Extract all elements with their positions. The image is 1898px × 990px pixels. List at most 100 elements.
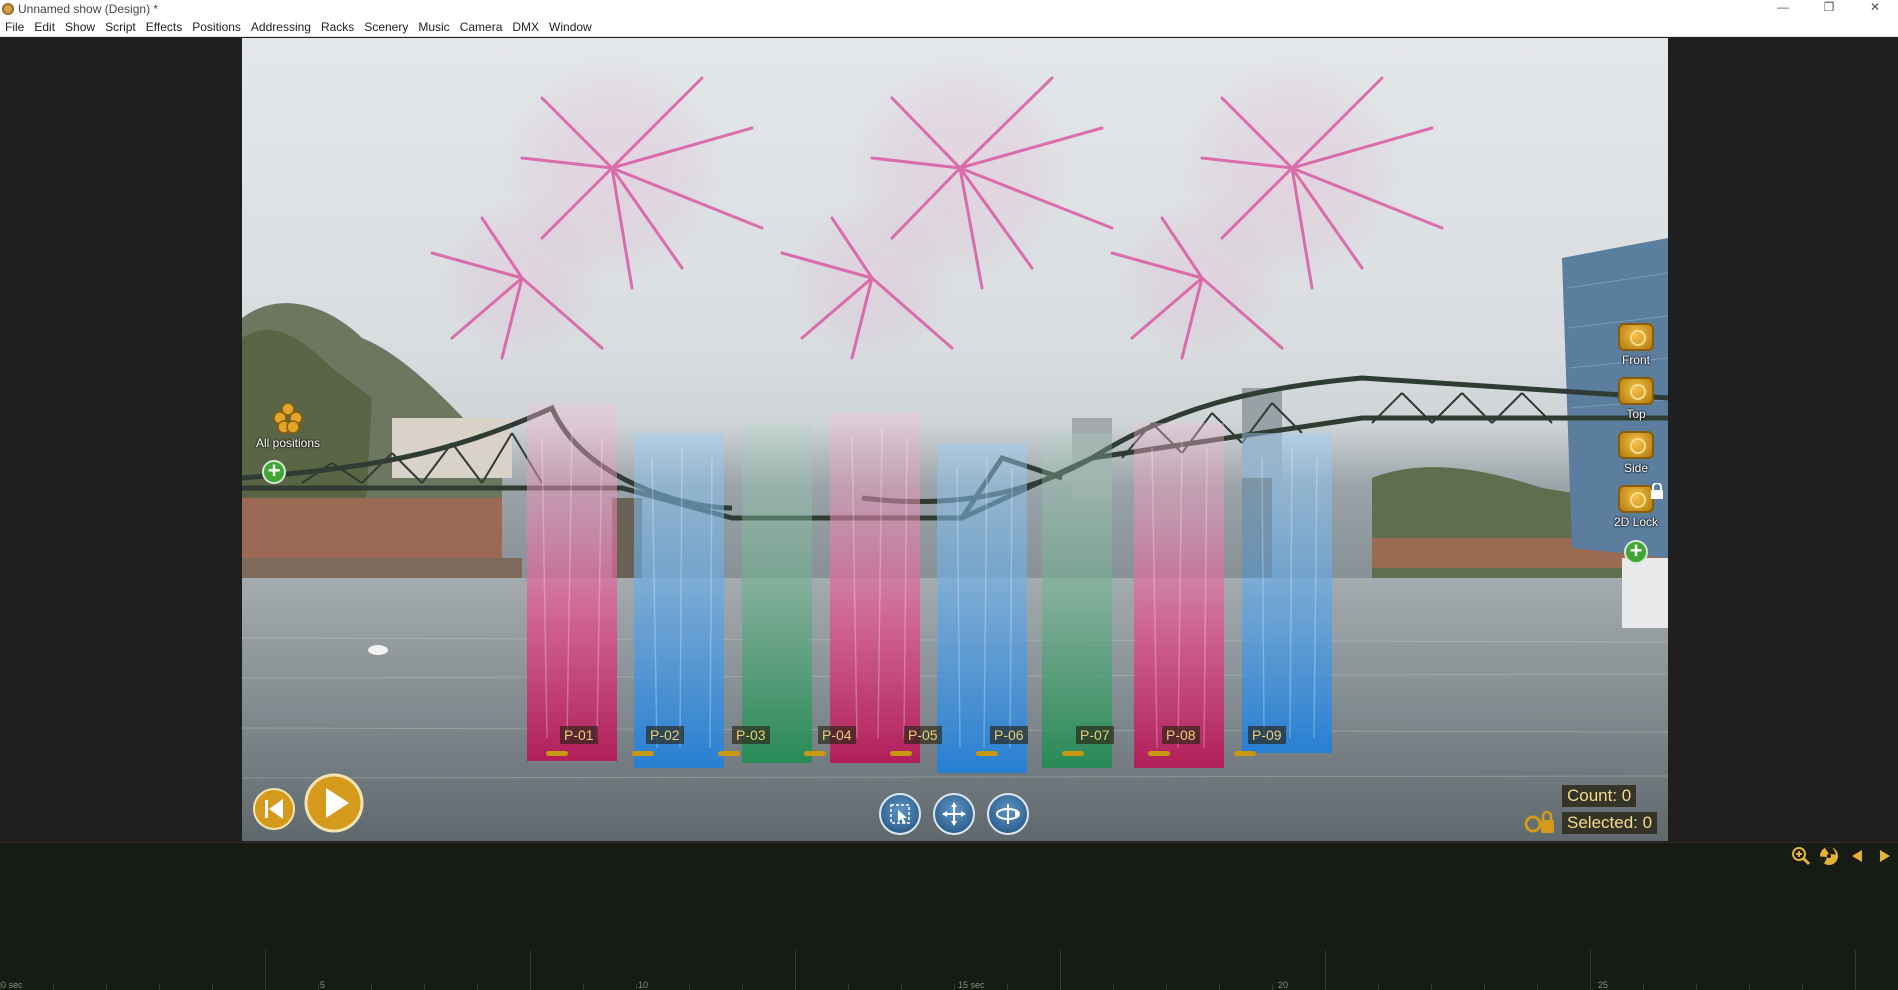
major-tick <box>1060 950 1061 990</box>
camera-top-button[interactable]: Top <box>1610 377 1662 421</box>
all-positions-label: All positions <box>255 436 321 450</box>
close-button[interactable]: ✕ <box>1852 0 1898 17</box>
count-status: Count: 0 <box>1562 785 1637 807</box>
menu-window[interactable]: Window <box>544 17 597 37</box>
menu-addressing[interactable]: Addressing <box>246 17 316 37</box>
fountain-p06 <box>1042 433 1112 768</box>
rewind-button[interactable] <box>252 787 296 831</box>
camera-icon <box>1618 431 1654 459</box>
move-tool-button[interactable] <box>933 793 975 835</box>
cursor-select-icon <box>890 804 910 824</box>
3d-viewport[interactable]: P-01 P-02 P-03 P-04 P-05 P-06 P-07 P-08 … <box>242 38 1668 841</box>
position-label: P-04 <box>818 726 856 744</box>
fountain-p04 <box>830 413 920 763</box>
menu-music[interactable]: Music <box>413 17 454 37</box>
title-bar: Unnamed show (Design) * — ❐ ✕ <box>0 0 1898 17</box>
rotate-tool-button[interactable] <box>987 793 1029 835</box>
position-marker <box>1062 751 1084 756</box>
scroll-left-icon[interactable] <box>1846 845 1868 867</box>
minor-tick <box>689 984 690 990</box>
select-tool-button[interactable] <box>879 793 921 835</box>
zoom-in-icon[interactable] <box>1790 845 1812 867</box>
minor-tick <box>424 984 425 990</box>
minor-tick <box>1537 984 1538 990</box>
camera-label: Side <box>1623 461 1649 475</box>
major-tick <box>1855 950 1856 990</box>
position-marker <box>1234 751 1256 756</box>
tick-label: 20 <box>1278 980 1289 990</box>
minor-tick <box>1272 984 1273 990</box>
minor-tick <box>1802 984 1803 990</box>
minor-tick <box>1749 984 1750 990</box>
menu-scenery[interactable]: Scenery <box>359 17 413 37</box>
position-marker <box>804 751 826 756</box>
menu-effects[interactable]: Effects <box>141 17 187 37</box>
tick-label: 25 <box>1598 980 1609 990</box>
minor-tick <box>1219 984 1220 990</box>
restore-button[interactable]: ❐ <box>1806 0 1852 17</box>
menu-racks[interactable]: Racks <box>316 17 359 37</box>
minor-tick <box>1378 984 1379 990</box>
camera-lock-icon <box>1618 483 1663 513</box>
major-tick <box>795 950 796 990</box>
minor-tick <box>106 984 107 990</box>
minor-tick <box>318 984 319 990</box>
tick-label: 15 sec <box>958 980 985 990</box>
minimize-button[interactable]: — <box>1760 0 1806 17</box>
scenery-background <box>242 238 1668 841</box>
minor-tick <box>159 984 160 990</box>
selection-lock-icon[interactable] <box>1524 810 1556 834</box>
minor-tick <box>1431 984 1432 990</box>
major-tick <box>530 950 531 990</box>
timeline-ruler[interactable]: 0 sec 5 10 15 sec 20 25 <box>0 950 1898 990</box>
tick-label: 10 <box>638 980 649 990</box>
window-title: Unnamed show (Design) * <box>18 1 159 16</box>
camera-label: Front <box>1621 353 1650 367</box>
padlock-icon <box>1651 483 1663 499</box>
menu-show[interactable]: Show <box>60 17 100 37</box>
minor-tick <box>1113 984 1114 990</box>
minor-tick <box>901 984 902 990</box>
camera-icon <box>1618 323 1654 351</box>
major-tick <box>265 950 266 990</box>
minor-tick <box>371 984 372 990</box>
menu-script[interactable]: Script <box>100 17 141 37</box>
timeline-toolbar <box>1790 843 1898 869</box>
camera-front-button[interactable]: Front <box>1610 323 1662 367</box>
timeline-panel[interactable]: 0 sec 5 10 15 sec 20 25 <box>0 842 1898 990</box>
minor-tick <box>954 984 955 990</box>
minor-tick <box>1166 984 1167 990</box>
firework-bursts <box>430 58 1444 360</box>
menu-dmx[interactable]: DMX <box>507 17 544 37</box>
camera-2d-lock-button[interactable]: 2D Lock <box>1610 483 1663 529</box>
position-label: P-06 <box>990 726 1028 744</box>
radiation-icon[interactable] <box>1818 845 1840 867</box>
major-tick <box>1590 950 1591 990</box>
minor-tick <box>742 984 743 990</box>
minor-tick <box>1484 984 1485 990</box>
menu-positions[interactable]: Positions <box>187 17 246 37</box>
all-positions-control[interactable]: All positions <box>248 400 328 450</box>
add-position-button[interactable]: + <box>262 460 286 484</box>
menu-file[interactable]: File <box>0 17 29 37</box>
fountain-effects <box>527 403 1332 773</box>
camera-side-button[interactable]: Side <box>1610 431 1662 475</box>
position-label: P-09 <box>1248 726 1286 744</box>
fountain-p01 <box>527 403 617 761</box>
workspace: P-01 P-02 P-03 P-04 P-05 P-06 P-07 P-08 … <box>0 38 1898 841</box>
menu-edit[interactable]: Edit <box>29 17 60 37</box>
scroll-right-icon[interactable] <box>1874 845 1896 867</box>
play-button[interactable] <box>304 773 364 833</box>
move-arrows-icon <box>942 802 966 826</box>
position-label: P-03 <box>732 726 770 744</box>
positions-cluster-icon <box>273 402 303 434</box>
menu-camera[interactable]: Camera <box>455 17 508 37</box>
position-label: P-08 <box>1162 726 1200 744</box>
add-camera-button[interactable]: + <box>1624 540 1648 564</box>
minor-tick <box>212 984 213 990</box>
window-controls: — ❐ ✕ <box>1760 0 1898 17</box>
fountain-p03 <box>742 423 812 763</box>
minor-tick <box>1696 984 1697 990</box>
position-marker <box>718 751 740 756</box>
position-label: P-07 <box>1076 726 1114 744</box>
